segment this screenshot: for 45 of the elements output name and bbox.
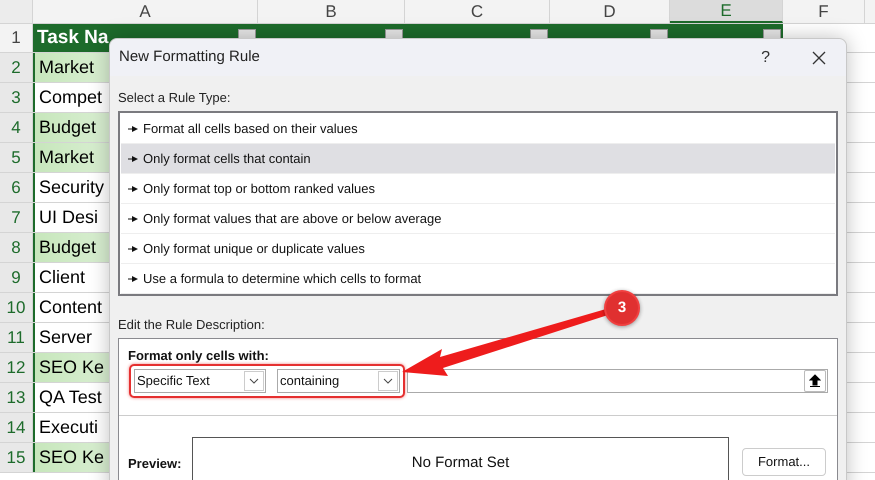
row-number[interactable]: 8 <box>0 233 33 262</box>
column-header[interactable]: F <box>783 0 865 23</box>
row-number[interactable]: 4 <box>0 113 33 142</box>
column-header[interactable]: E <box>670 0 783 23</box>
arrow-icon <box>128 186 138 192</box>
column-header[interactable]: A <box>33 0 258 23</box>
format-button[interactable]: Format... <box>742 448 826 476</box>
arrow-icon <box>128 246 138 252</box>
row-number[interactable]: 13 <box>0 383 33 412</box>
column-header[interactable]: C <box>405 0 550 23</box>
upload-icon <box>809 374 821 388</box>
arrow-icon <box>128 126 138 132</box>
arrow-icon <box>128 216 138 222</box>
row-number[interactable]: 7 <box>0 203 33 232</box>
rule-type-item[interactable]: Only format unique or duplicate values <box>121 234 835 264</box>
row-number[interactable]: 2 <box>0 53 33 82</box>
row-number[interactable]: 11 <box>0 323 33 352</box>
column-header[interactable]: B <box>258 0 405 23</box>
row-number[interactable]: 6 <box>0 173 33 202</box>
row-number[interactable]: 5 <box>0 143 33 172</box>
close-icon[interactable] <box>812 50 826 64</box>
chevron-down-icon <box>249 378 259 384</box>
row-number[interactable]: 3 <box>0 83 33 112</box>
row-number[interactable]: 14 <box>0 413 33 442</box>
row-number[interactable]: 1 <box>0 24 33 52</box>
arrow-icon <box>128 276 138 282</box>
value-input[interactable] <box>407 369 828 393</box>
collapse-button[interactable] <box>804 370 826 392</box>
condition-dropdown[interactable]: Specific Text <box>134 369 266 393</box>
help-button[interactable]: ? <box>761 46 770 70</box>
section-label: Select a Rule Type: <box>118 90 232 106</box>
rule-type-item[interactable]: Use a formula to determine which cells to format <box>121 264 835 294</box>
rule-type-item[interactable]: Only format top or bottom ranked values <box>121 174 835 204</box>
rule-type-item[interactable]: Only format values that are above or below average <box>121 204 835 234</box>
header-cell-text: Task Na <box>37 26 108 50</box>
row-number[interactable]: 12 <box>0 353 33 382</box>
chevron-down-icon <box>383 378 393 384</box>
arrow-icon <box>128 156 138 162</box>
preview-label: Preview: <box>128 456 182 472</box>
rule-type-item[interactable]: Only format cells that contain <box>121 144 835 174</box>
preview-box: No Format Set <box>192 437 729 480</box>
row-number[interactable]: 10 <box>0 293 33 322</box>
condition-dropdown[interactable]: containing <box>277 369 400 393</box>
row-number[interactable]: 9 <box>0 263 33 292</box>
row-number[interactable]: 15 <box>0 443 33 472</box>
